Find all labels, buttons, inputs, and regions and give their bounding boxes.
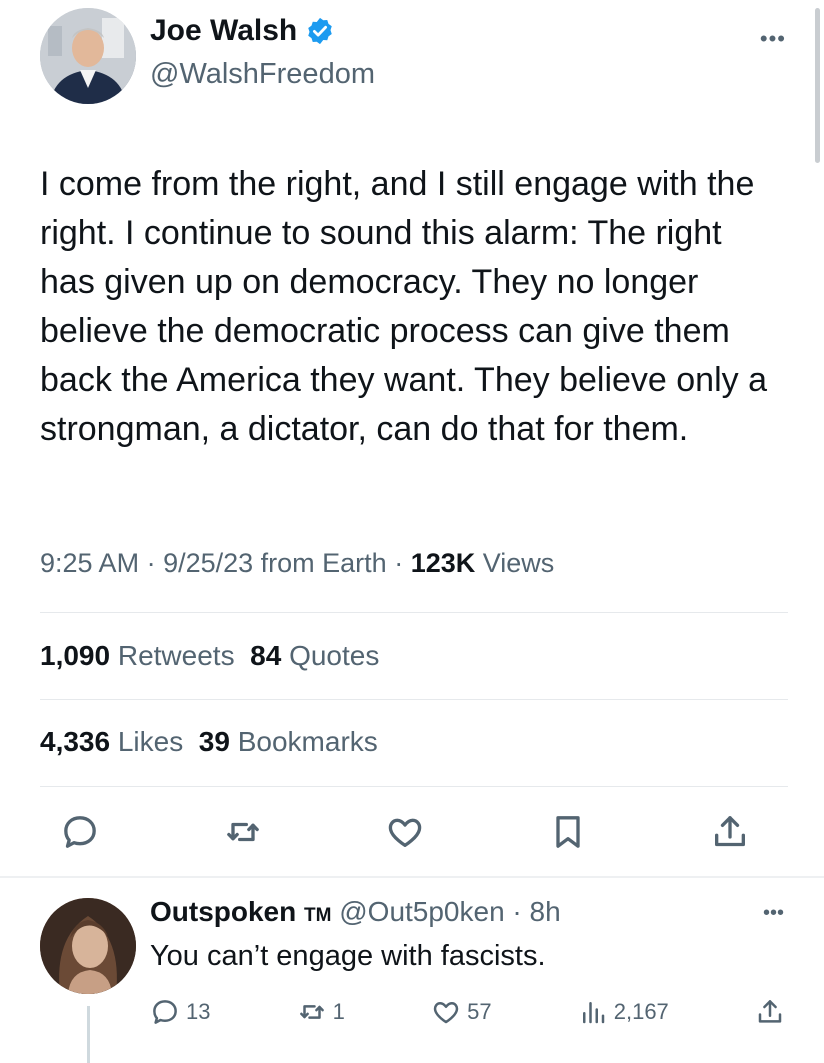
divider [40,699,788,700]
author-avatar[interactable] [40,8,136,104]
reply-retweet-count: 1 [332,999,345,1024]
bookmarks-stat[interactable]: 39 Bookmarks [199,726,378,757]
quotes-count: 84 [250,640,282,671]
tweet-source: from Earth [253,548,387,578]
divider [40,612,788,613]
views-label: Views [475,548,555,578]
likes-count: 4,336 [40,726,111,757]
tweet-time[interactable]: 9:25 AM [40,548,139,578]
retweets-count: 1,090 [40,640,111,671]
reply-action-bar: 13 1 57 2,167 [150,994,785,1030]
retweet-icon [299,1005,324,1019]
reply-header: Outspoken TM @Out5p0ken · 8h [150,896,561,928]
scrollbar[interactable] [815,8,820,163]
tweet-text: I come from the right, and I still engag… [40,165,767,448]
thread-line [87,1006,90,1063]
verified-badge-icon [308,17,333,45]
reply-reply-count: 13 [186,999,211,1024]
reply-separator: · [504,896,530,927]
reply-author-handle[interactable]: @Out5p0ken [339,896,504,927]
like-icon[interactable] [385,812,425,852]
reply-icon[interactable] [60,812,100,852]
reply-author-avatar[interactable] [40,898,136,994]
tweet-meta: 9:25 AM · 9/25/23 from Earth · 123K View… [40,548,554,579]
author-name[interactable]: Joe Walsh [150,14,297,48]
reply-more-options-icon[interactable]: ••• [763,902,784,925]
views-icon [582,1002,604,1024]
reply-views-count: 2,167 [613,999,669,1024]
retweets-stat[interactable]: 1,090 Retweets [40,640,235,671]
bookmark-icon[interactable] [548,812,588,852]
likes-stat[interactable]: 4,336 Likes [40,726,183,757]
likes-label: Likes [110,726,184,757]
share-icon [758,1000,782,1023]
tweet-date[interactable]: 9/25/23 [163,548,253,578]
reply-reply-button[interactable]: 13 [150,997,210,1027]
quotes-label: Quotes [281,640,380,671]
retweets-label: Retweets [110,640,235,671]
quotes-stat[interactable]: 84 Quotes [250,640,379,671]
meta-separator: · [139,548,164,578]
section-divider [0,876,824,878]
tweet-action-bar [60,812,750,852]
reply-author-tm: TM [304,905,332,926]
reply-text: You can’t engage with fascists. [150,940,546,972]
views-count: 123K [410,548,476,578]
reply-retweet-button[interactable]: 1 [297,997,345,1027]
meta-separator: · [386,548,411,578]
like-bookmark-stats: 4,336 Likes 39 Bookmarks [40,726,378,758]
reply-author-name[interactable]: Outspoken [150,896,296,927]
author-handle[interactable]: @WalshFreedom [150,58,375,91]
more-options-icon[interactable]: ••• [760,26,786,52]
reply-views-button[interactable]: 2,167 [578,997,669,1027]
reply-time[interactable]: 8h [530,896,561,927]
bookmarks-count: 39 [198,726,230,757]
share-icon[interactable] [710,812,750,852]
retweet-icon[interactable] [223,812,263,852]
reply-like-button[interactable]: 57 [431,997,492,1027]
like-icon [433,1002,459,1024]
reply-icon [153,1000,177,1024]
divider [40,786,788,787]
bookmarks-label: Bookmarks [229,726,378,757]
retweet-quote-stats: 1,090 Retweets 84 Quotes [40,640,379,672]
reply-like-count: 57 [467,999,492,1024]
reply-share-button[interactable] [755,997,785,1027]
